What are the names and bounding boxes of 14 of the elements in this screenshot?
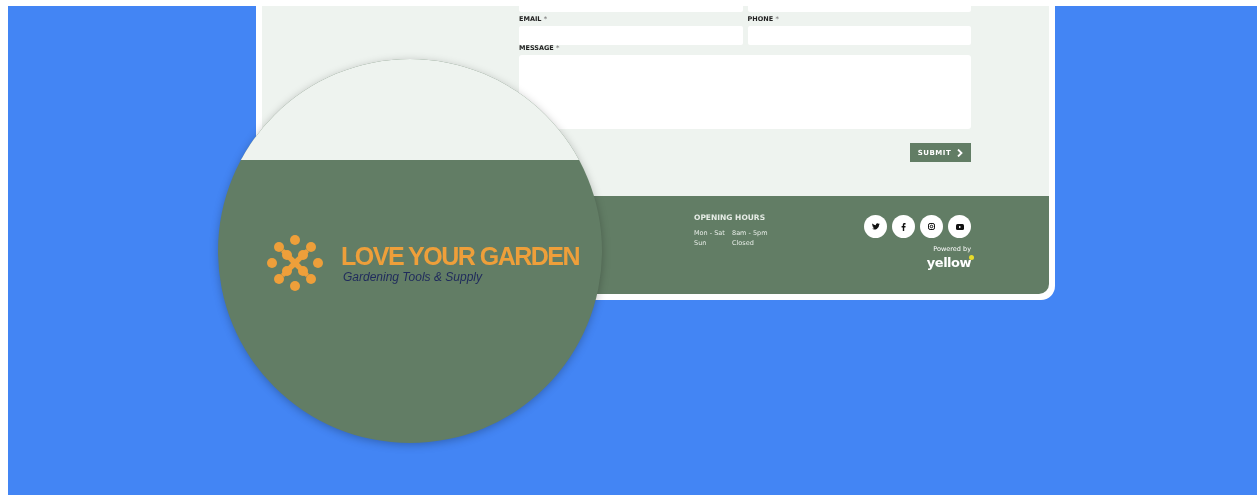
brand-logo[interactable]: yellow xyxy=(926,255,971,270)
camera-icon xyxy=(928,223,935,230)
chevron-icon xyxy=(957,148,964,157)
youtube-link[interactable] xyxy=(948,215,971,238)
logo-tagline: Gardening Tools & Supply xyxy=(343,270,484,284)
facebook-link[interactable] xyxy=(892,215,915,238)
flower-logo-icon xyxy=(267,235,323,291)
instagram-link[interactable] xyxy=(920,215,943,238)
message-field[interactable] xyxy=(519,55,971,129)
bird-icon xyxy=(871,223,880,230)
play-icon xyxy=(955,223,964,230)
letter-f-icon xyxy=(901,222,906,231)
twitter-link[interactable] xyxy=(864,215,887,238)
logo-title: LOVE YOUR GARDEN xyxy=(341,242,580,270)
